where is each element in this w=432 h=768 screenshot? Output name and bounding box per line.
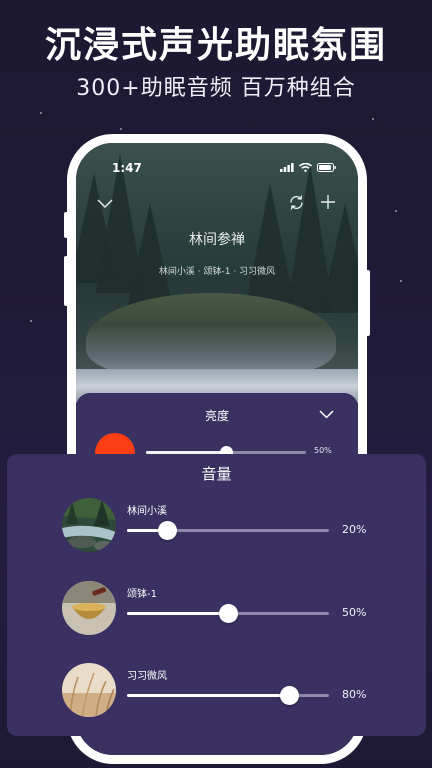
volume-value: 20% <box>342 523 367 536</box>
star <box>40 112 42 114</box>
signal-icon <box>280 163 294 172</box>
sound-name: 颂钵-1 <box>127 589 157 600</box>
volume-slider[interactable] <box>127 686 329 705</box>
singing-bowl-thumbnail <box>62 581 116 635</box>
volume-title: 音量 <box>201 465 232 483</box>
promo-subheadline: 300+助眠音频 百万种组合 <box>76 76 356 101</box>
sound-row: 习习微风 80% <box>7 663 426 723</box>
volume-sheet: 音量 林间小溪 20% 颂钵-1 50% 习习微风 80% <box>7 454 426 736</box>
star <box>400 280 402 282</box>
volume-knob[interactable] <box>219 604 238 623</box>
volume-slider[interactable] <box>127 604 329 623</box>
star <box>395 210 397 212</box>
sound-name: 习习微风 <box>127 671 167 682</box>
volume-knob[interactable] <box>158 521 178 540</box>
chevron-down-icon[interactable] <box>319 410 334 419</box>
status-bar: 1:47 <box>76 161 358 177</box>
wifi-icon <box>299 163 312 172</box>
scene-title: 林间参禅 <box>189 232 245 248</box>
sound-row: 林间小溪 20% <box>7 498 426 558</box>
volume-fill <box>127 694 289 697</box>
plus-icon[interactable] <box>320 194 336 210</box>
brightness-title: 亮度 <box>204 409 229 423</box>
volume-value: 80% <box>342 688 367 701</box>
grass-thumbnail <box>62 663 116 717</box>
volume-fill <box>127 612 228 615</box>
volume-knob[interactable] <box>279 686 299 705</box>
player-toolbar <box>76 191 358 221</box>
sound-row: 颂钵-1 50% <box>7 581 426 641</box>
volume-value: 50% <box>342 606 367 619</box>
star <box>372 118 374 120</box>
volume-slider[interactable] <box>127 521 329 540</box>
battery-icon <box>317 163 336 172</box>
status-time: 1:47 <box>112 161 142 175</box>
chevron-down-icon[interactable] <box>97 199 113 209</box>
star <box>120 128 122 130</box>
stream-thumbnail <box>62 498 116 552</box>
star <box>30 320 32 322</box>
scene-subtitle: 林间小溪 · 颂钵-1 · 习习微风 <box>158 267 276 277</box>
refresh-icon[interactable] <box>288 194 305 211</box>
sound-name: 林间小溪 <box>127 506 167 517</box>
promo-headline: 沉浸式声光助眠氛围 <box>44 25 387 66</box>
